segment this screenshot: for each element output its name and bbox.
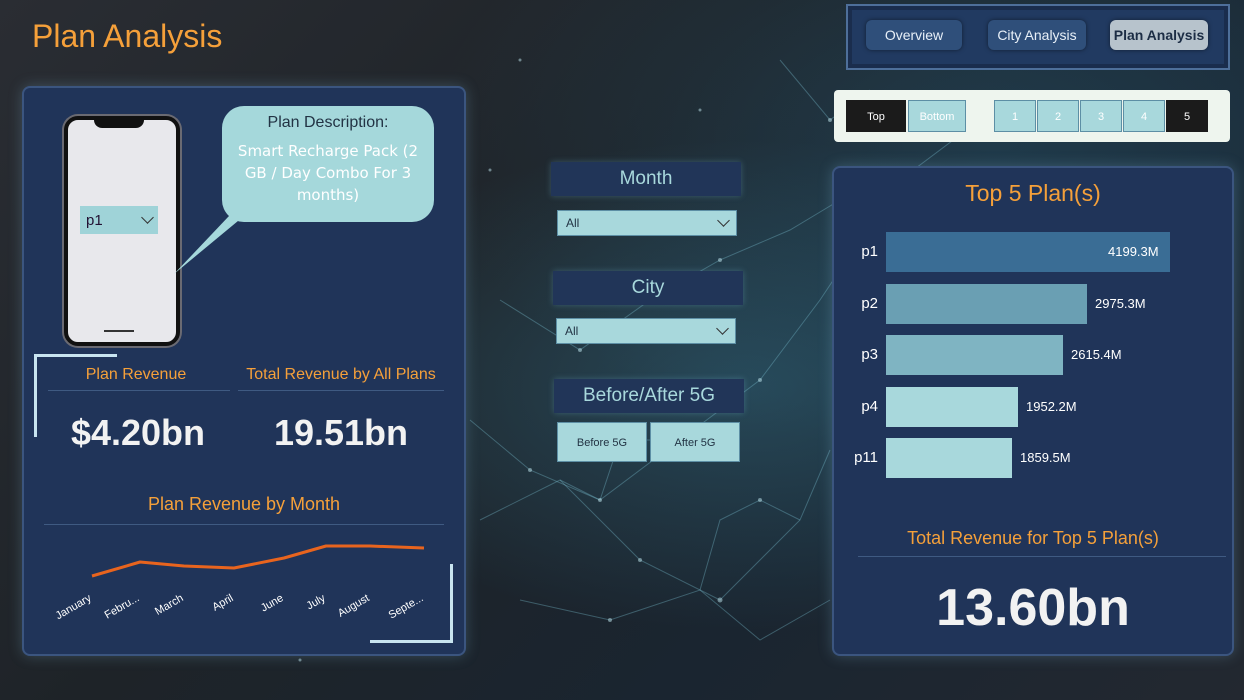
bar-category-label: p11	[854, 449, 878, 466]
nav-overview-button[interactable]: Overview	[866, 20, 962, 50]
plan-revenue-bar[interactable]	[886, 438, 1012, 478]
top-plans-panel: Top 5 Plan(s) p1 4199.3M p2 2975.3M p3 2615.4…	[832, 166, 1234, 656]
after-5g-button[interactable]: After 5G	[650, 422, 740, 462]
city-filter-value: All	[565, 324, 579, 338]
plan-selector-value: p1	[86, 211, 103, 229]
chevron-down-icon	[141, 211, 154, 224]
month-tick-label: Febru...	[103, 592, 142, 621]
month-filter-header: Month	[551, 162, 741, 196]
month-tick-label: August	[336, 592, 372, 620]
bar-category-label: p1	[861, 243, 878, 260]
kpi-divider	[238, 390, 444, 391]
nav-city-analysis-button[interactable]: City Analysis	[988, 20, 1086, 50]
plan-revenue-bar[interactable]	[886, 335, 1063, 375]
plan-detail-panel: p1 Plan Description: Smart Recharge Pack…	[22, 86, 466, 656]
plan-description-text: Smart Recharge Pack (2 GB / Day Combo Fo…	[237, 142, 419, 204]
month-tick-label: July	[305, 592, 328, 612]
phone-home-bar	[104, 330, 134, 332]
plan-selector-dropdown[interactable]: p1	[80, 206, 158, 234]
bar-category-label: p3	[861, 346, 878, 363]
total-revenue-label: Total Revenue by All Plans	[246, 366, 436, 383]
phone-illustration: p1	[64, 116, 180, 346]
city-filter-header: City	[553, 271, 743, 305]
month-tick-label: June	[259, 592, 286, 614]
chevron-down-icon	[717, 214, 730, 227]
count-2-button[interactable]: 2	[1037, 100, 1079, 132]
plan-revenue-bar[interactable]	[886, 283, 1087, 324]
month-line-chart: January Febru... March April June July August S…	[54, 544, 426, 622]
top-total-value: 13.60bn	[936, 579, 1130, 637]
nav-plan-analysis-button[interactable]: Plan Analysis	[1110, 20, 1208, 50]
bar-value-label: 1859.5M	[1020, 450, 1071, 465]
month-filter-value: All	[566, 216, 580, 230]
bar-value-label: 4199.3M	[1108, 244, 1159, 259]
month-revenue-line	[91, 544, 425, 578]
month-tick-label: March	[153, 592, 185, 618]
plan-revenue-label: Plan Revenue	[85, 366, 187, 383]
kpi-divider	[48, 390, 230, 391]
bar-category-label: p4	[861, 397, 878, 415]
before-5g-button[interactable]: Before 5G	[557, 422, 647, 462]
count-5-button[interactable]: 5	[1166, 100, 1208, 132]
bar-value-label: 2975.3M	[1095, 295, 1146, 311]
fiveg-filter-header: Before/After 5G	[554, 379, 744, 413]
top-toggle-button[interactable]: Top	[846, 100, 906, 132]
plan-revenue-bar[interactable]	[886, 386, 1018, 427]
phone-notch	[94, 118, 144, 128]
month-chart-divider	[44, 524, 444, 525]
count-4-button[interactable]: 4	[1123, 100, 1165, 132]
plan-description-bubble: Plan Description: Smart Recharge Pack (2…	[222, 106, 434, 222]
count-3-button[interactable]: 3	[1080, 100, 1122, 132]
plan-description-title: Plan Description:	[267, 114, 389, 131]
top-total-label: Total Revenue for Top 5 Plan(s)	[907, 528, 1159, 548]
plan-revenue-value: $4.20bn	[70, 412, 206, 453]
month-tick-label: January	[54, 592, 94, 622]
bar-category-label: p2	[861, 294, 878, 312]
bar-value-label: 1952.2M	[1026, 398, 1077, 414]
month-tick-label: April	[210, 592, 235, 613]
month-tick-label: Septe...	[387, 592, 426, 621]
bottom-toggle-button[interactable]: Bottom	[908, 100, 966, 132]
top-total-divider	[858, 556, 1226, 557]
speech-bubble-tail	[174, 216, 244, 274]
month-chart-title: Plan Revenue by Month	[147, 494, 341, 514]
bar-value-label: 2615.4M	[1071, 347, 1122, 362]
total-revenue-value: 19.51bn	[273, 412, 409, 453]
month-filter-dropdown[interactable]: All	[557, 210, 737, 236]
top-plans-bar-chart: p1 4199.3M p2 2975.3M p3 2615.4M p4 1952.2M p11 1…	[834, 168, 1232, 508]
chevron-down-icon	[716, 322, 729, 335]
page-title: Plan Analysis	[32, 18, 223, 54]
count-1-button[interactable]: 1	[994, 100, 1036, 132]
city-filter-dropdown[interactable]: All	[556, 318, 736, 344]
